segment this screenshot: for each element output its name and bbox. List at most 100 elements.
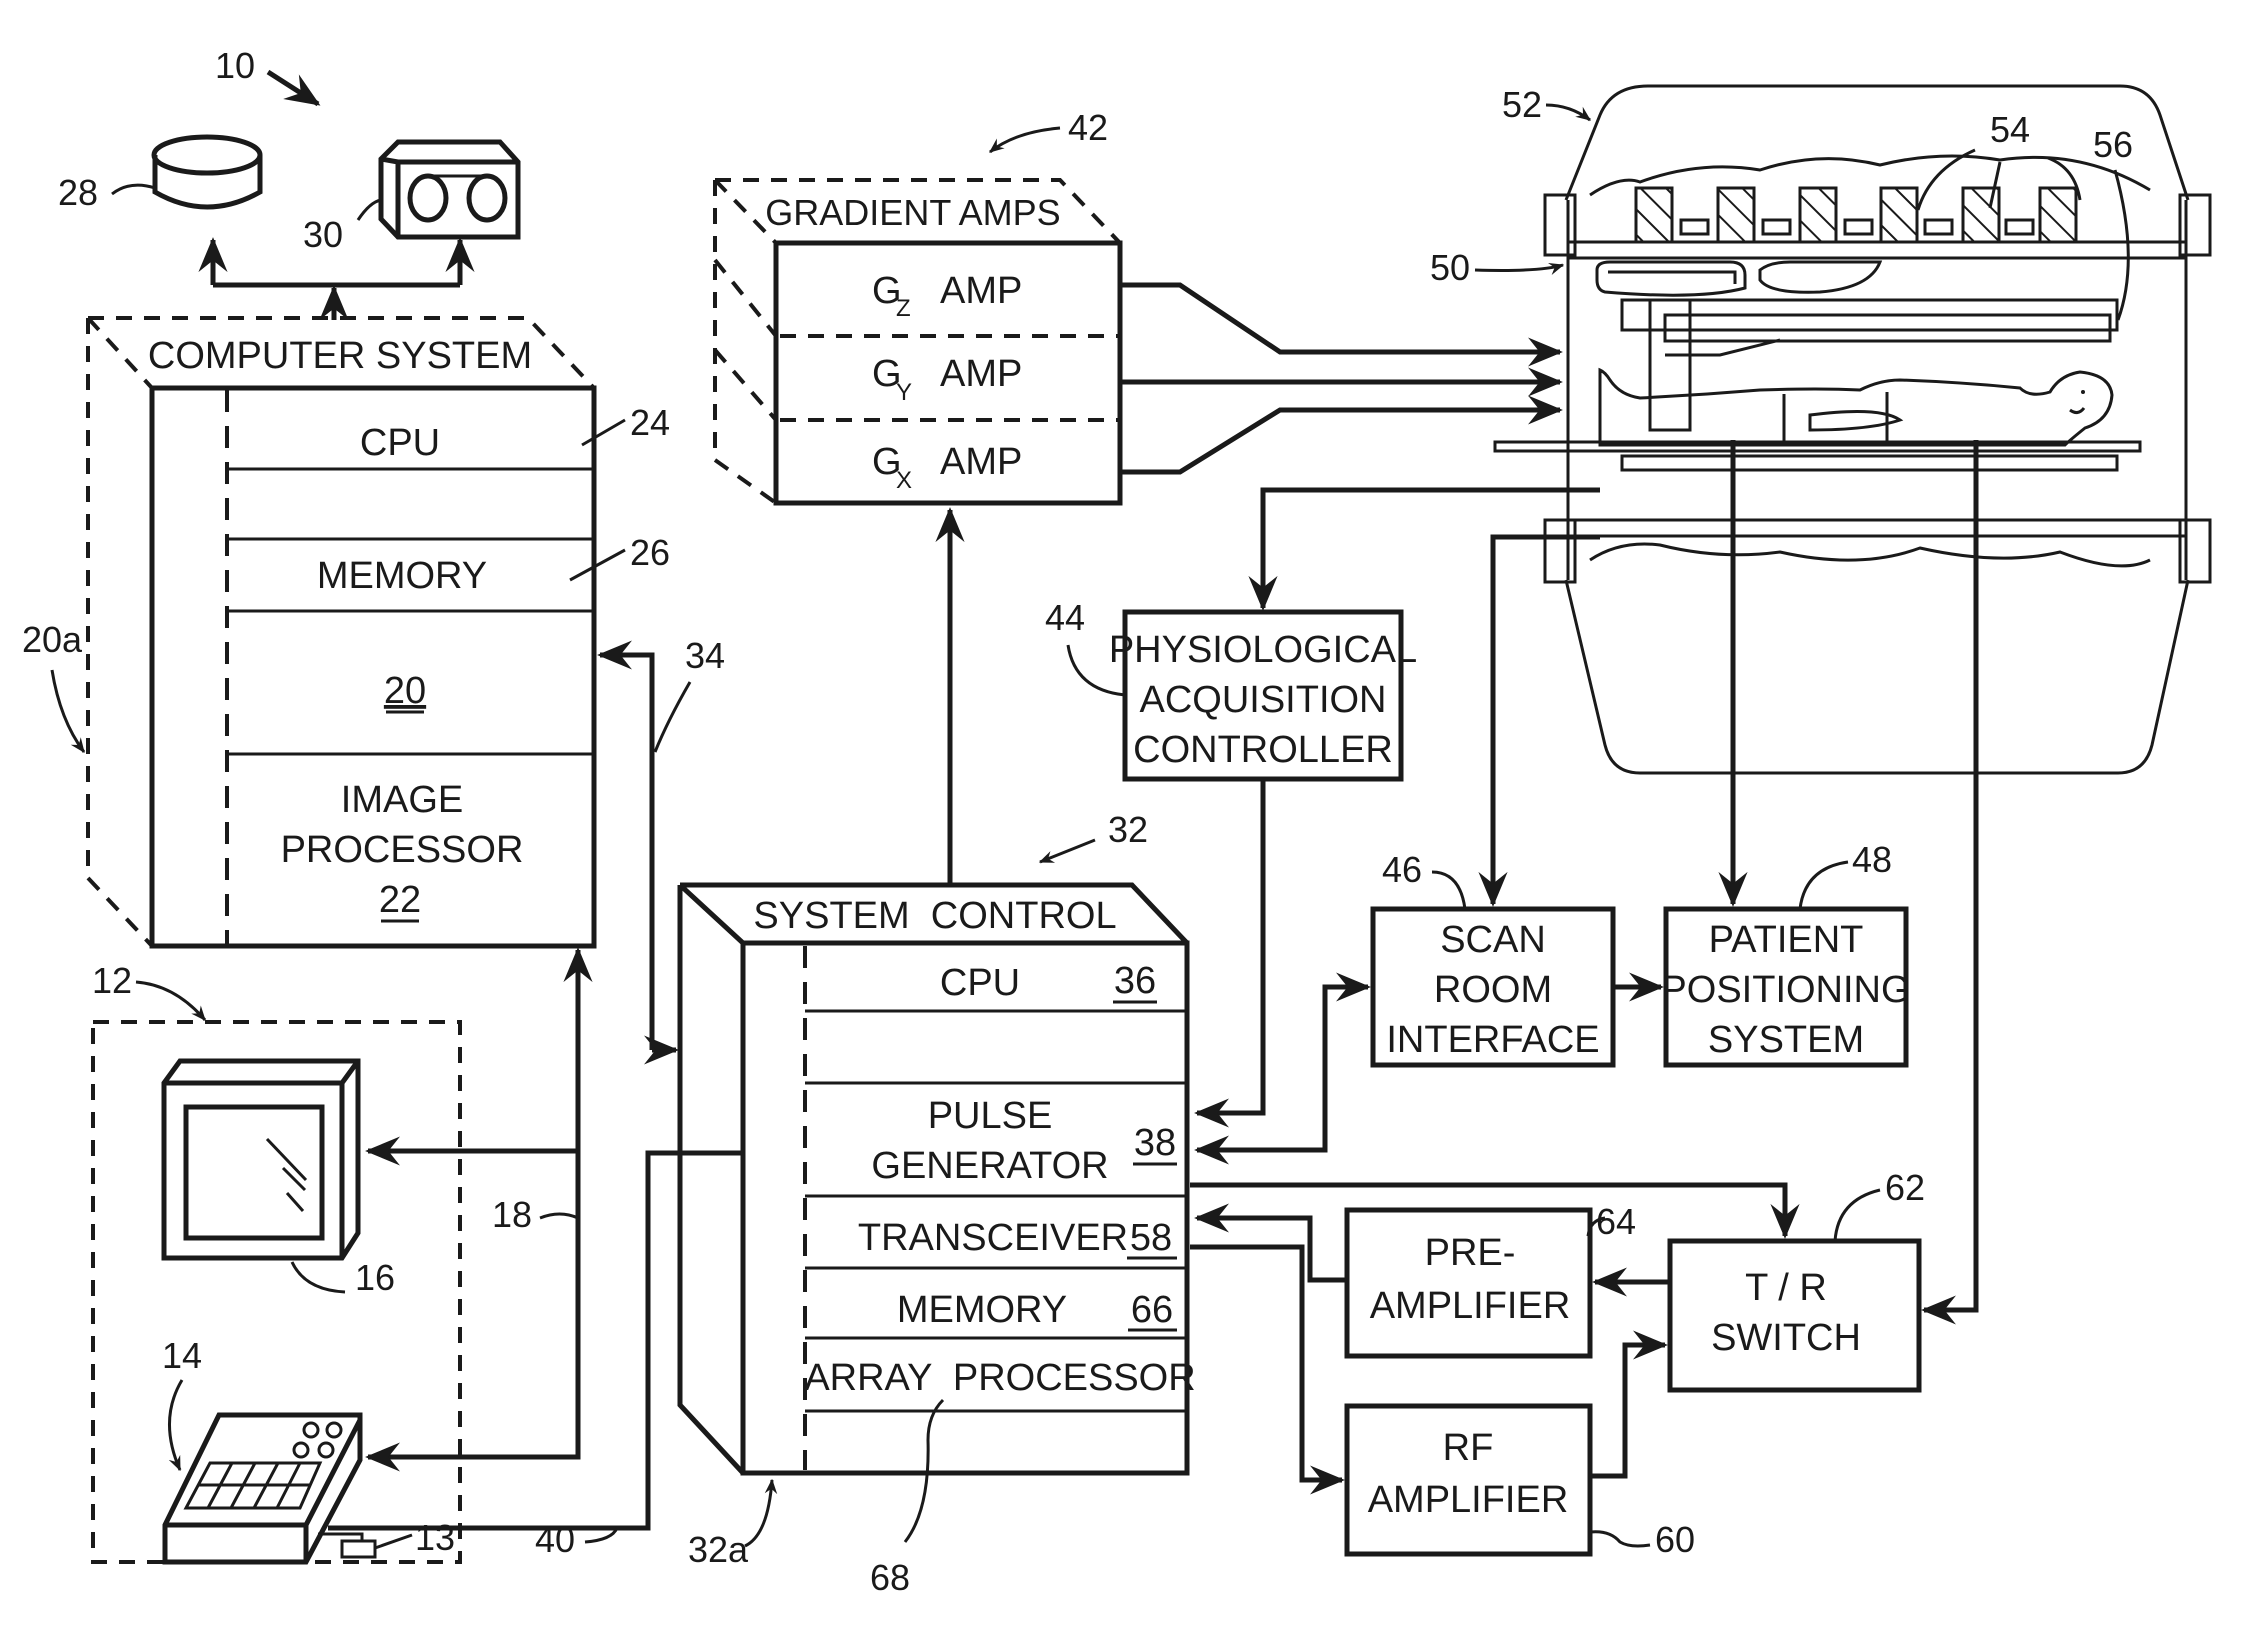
patient-figure — [1598, 367, 2114, 447]
input-device: 13 — [318, 1517, 455, 1559]
leader-32a — [744, 1478, 778, 1548]
tr-switch: T / R SWITCH 62 — [1667, 1167, 1925, 1393]
ref-label-30: 30 — [303, 214, 343, 255]
operator-console-enclosure — [91, 1020, 462, 1564]
tr-line-2: SWITCH — [1711, 1317, 1861, 1359]
ref-label-13: 13 — [415, 1517, 455, 1558]
leader-16 — [290, 1261, 346, 1294]
sc-module-transceiver: TRANSCEIVER 58 — [858, 1217, 1177, 1260]
scan-room-line-1: SCAN — [1440, 919, 1546, 961]
sc-ref-38: 38 — [1134, 1122, 1176, 1164]
ref-label-14: 14 — [162, 1335, 202, 1376]
ref-label-34: 34 — [685, 635, 725, 676]
pre-amplifier: PRE- AMPLIFIER 64 — [1344, 1201, 1636, 1359]
lower-bore-wall — [1566, 518, 2188, 538]
ref-label-62: 62 — [1885, 1167, 1925, 1208]
ref-label-54: 54 — [1990, 109, 2030, 150]
positioning-line-3: SYSTEM — [1708, 1019, 1864, 1061]
ref-label-32a: 32a — [688, 1529, 749, 1570]
cs-module-memory: MEMORY — [317, 555, 487, 597]
physio-line-2: ACQUISITION — [1139, 679, 1386, 721]
gx-label: AMP — [940, 441, 1022, 483]
cs-ref-20: 20 — [384, 670, 426, 712]
ref-label-52: 52 — [1502, 84, 1542, 125]
physio-line-3: CONTROLLER — [1133, 729, 1393, 771]
system-control-title: SYSTEM CONTROL — [753, 895, 1116, 937]
physio-line-1: PHYSIOLOGICAL — [1109, 629, 1417, 671]
ref-label-44: 44 — [1045, 597, 1085, 638]
tape-drive-icon — [378, 139, 521, 240]
ref-label-18: 18 — [492, 1194, 532, 1235]
leader-34 — [653, 681, 692, 753]
leader-50 — [1474, 263, 1565, 275]
leader-46 — [1431, 870, 1467, 910]
sc-ref-66: 66 — [1131, 1289, 1173, 1331]
leader-18 — [539, 1212, 579, 1220]
monitor-icon — [161, 1058, 361, 1261]
scan-room-line-3: INTERFACE — [1386, 1019, 1599, 1061]
ref-label-10: 10 — [215, 45, 255, 86]
rfamp-line-1: RF — [1443, 1427, 1494, 1469]
leader-20a — [50, 669, 86, 754]
cs-ref-22: 22 — [379, 879, 421, 921]
sc-ref-58: 58 — [1130, 1217, 1172, 1259]
leader-30 — [356, 198, 382, 221]
sc-ref-36: 36 — [1114, 960, 1156, 1002]
gradient-coil — [1595, 260, 1747, 297]
ref-label-48: 48 — [1852, 839, 1892, 880]
system-control: SYSTEM CONTROL CPU 36 PULSE GENERATOR 38… — [677, 809, 1196, 1598]
leader-62 — [1833, 1188, 1881, 1242]
ref-label-16: 16 — [355, 1257, 395, 1298]
positioning-line-2: POSITIONING — [1661, 969, 1910, 1011]
mouse-icon — [318, 1532, 377, 1559]
tr-switch-box — [1667, 1238, 1922, 1393]
cs-memory-label: MEMORY — [317, 555, 487, 597]
ref-label-64: 64 — [1596, 1201, 1636, 1242]
disk-storage: 28 — [58, 134, 263, 213]
ref-arrow-10 — [266, 69, 321, 107]
positioning-line-1: PATIENT — [1709, 919, 1864, 961]
ref-label-50: 50 — [1430, 247, 1470, 288]
link-rfamp-tr — [1590, 1330, 1668, 1479]
sc-pulse-label: PULSE — [928, 1095, 1053, 1137]
link-coil-tr — [1921, 440, 1979, 1325]
upper-bore-wall — [1566, 240, 2188, 260]
cs-module-20: 20 — [384, 670, 426, 714]
cs-module-cpu: CPU — [360, 422, 440, 464]
ref-label-20a: 20a — [22, 619, 83, 660]
gy-axis: Y — [896, 379, 912, 406]
magnet-lower-housing — [1564, 579, 2190, 775]
system-reference: 10 — [215, 45, 321, 107]
scan-room-line-2: ROOM — [1434, 969, 1552, 1011]
gx-axis: X — [896, 467, 912, 494]
ref-label-24: 24 — [630, 402, 670, 443]
ref-label-60: 60 — [1655, 1519, 1695, 1560]
link-18: 18 — [365, 947, 593, 1472]
leader-42 — [989, 126, 1061, 154]
gradient-amplifiers: GRADIENT AMPS G Z AMP G Y AMP G X AMP 42 — [713, 107, 1123, 506]
cutaway-edge-bottom — [1589, 542, 2151, 568]
sc-module-memory: MEMORY 66 — [897, 1289, 1177, 1332]
cs-cpu-label: CPU — [360, 422, 440, 464]
disk-storage-icon — [151, 134, 263, 210]
leader-12 — [135, 980, 207, 1021]
patient-positioning-system: PATIENT POSITIONING SYSTEM 48 — [1661, 440, 1911, 1068]
ref-label-26: 26 — [630, 532, 670, 573]
leader-13 — [374, 1533, 413, 1550]
magnet-assembly: 52 50 54 56 — [1430, 84, 2212, 775]
preamp-line-2: AMPLIFIER — [1370, 1285, 1571, 1327]
ref-label-32: 32 — [1108, 809, 1148, 850]
sc-memory-label: MEMORY — [897, 1289, 1067, 1331]
sc-generator-label: GENERATOR — [871, 1145, 1108, 1187]
rf-coil-body — [1648, 300, 1692, 432]
ref-label-40: 40 — [535, 1519, 575, 1560]
display-monitor: 16 — [161, 1058, 395, 1298]
leader-14 — [168, 1379, 184, 1472]
leader-56 — [2113, 169, 2130, 321]
ref-label-42: 42 — [1068, 107, 1108, 148]
ref-label-46: 46 — [1382, 849, 1422, 890]
gz-axis: Z — [896, 295, 911, 322]
leader-28 — [111, 183, 156, 196]
link-physio-pulse — [1194, 779, 1266, 1128]
ref-label-56: 56 — [2093, 124, 2133, 165]
